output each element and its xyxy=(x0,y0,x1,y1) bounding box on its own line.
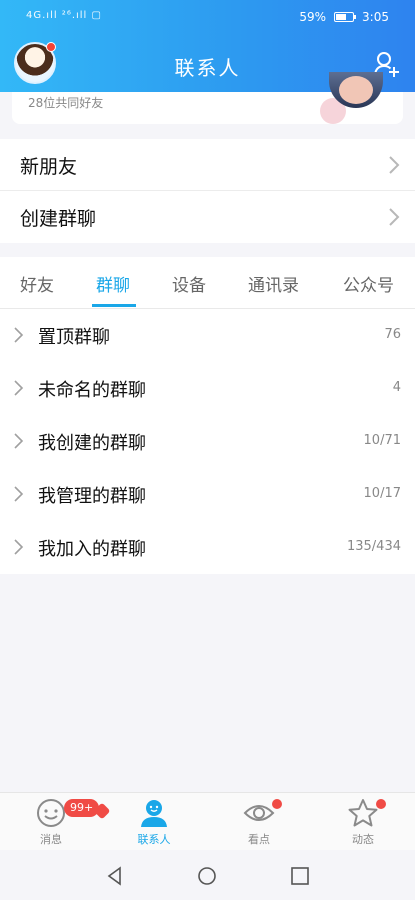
chevron-right-icon xyxy=(14,539,24,555)
create-group-label: 创建群聊 xyxy=(20,208,97,230)
list-item[interactable]: 我创建的群聊 10/71 xyxy=(0,415,415,468)
home-circle-icon[interactable] xyxy=(197,866,217,886)
chevron-right-icon xyxy=(14,486,24,502)
nav-moments[interactable]: 动态 xyxy=(318,797,408,849)
nav-watch[interactable]: 看点 xyxy=(214,797,304,849)
list-item[interactable]: 置顶群聊 76 xyxy=(0,309,415,362)
recommend-card[interactable]: 28位共同好友 xyxy=(12,72,403,124)
signal-indicators: 4G.ıll ²⁶.ıll ▢ xyxy=(26,10,102,21)
list-item[interactable]: 未命名的群聊 4 xyxy=(0,362,415,415)
mutual-friends-text: 28位共同好友 xyxy=(28,96,104,110)
new-friends-label: 新朋友 xyxy=(20,156,78,178)
moments-notification-dot xyxy=(376,799,386,809)
watch-notification-dot xyxy=(272,799,282,809)
list-item-count: 10/71 xyxy=(363,433,401,448)
status-right: 59% 3:05 xyxy=(299,10,389,24)
nav-messages-label: 消息 xyxy=(40,833,62,846)
list-item-label: 我创建的群聊 xyxy=(38,433,146,454)
tab-devices[interactable]: 设备 xyxy=(172,271,206,296)
bottom-navigation: 消息 99+ 联系人 看点 动态 xyxy=(0,792,415,850)
chevron-right-icon xyxy=(14,433,24,449)
tab-friends[interactable]: 好友 xyxy=(20,271,54,296)
contact-tabs: 好友 群聊 设备 通讯录 公众号 xyxy=(0,257,415,309)
battery-icon xyxy=(334,12,357,22)
list-item-label: 置顶群聊 xyxy=(38,327,110,348)
nav-watch-label: 看点 xyxy=(248,833,270,846)
chevron-right-icon xyxy=(389,208,400,226)
chevron-right-icon xyxy=(14,380,24,396)
active-tab-indicator xyxy=(92,304,136,307)
list-item[interactable]: 我加入的群聊 135/434 xyxy=(0,521,415,574)
avatar-notification-dot xyxy=(46,42,56,52)
new-friends-row[interactable]: 新朋友 xyxy=(0,139,415,191)
list-item-count: 10/17 xyxy=(363,486,401,501)
tab-official-accounts[interactable]: 公众号 xyxy=(343,271,394,296)
tab-address-book[interactable]: 通讯录 xyxy=(248,271,299,296)
contacts-person-icon xyxy=(141,800,167,827)
nav-contacts-label: 联系人 xyxy=(137,833,171,846)
clock: 3:05 xyxy=(362,10,389,24)
list-item-label: 我加入的群聊 xyxy=(38,539,146,560)
unread-badge: 99+ xyxy=(64,799,100,817)
message-bubble-icon xyxy=(37,799,65,827)
list-item-label: 我管理的群聊 xyxy=(38,486,146,507)
back-triangle-icon[interactable] xyxy=(105,866,125,886)
star-icon xyxy=(348,799,378,827)
nav-contacts[interactable]: 联系人 xyxy=(109,797,199,849)
nav-messages[interactable]: 消息 99+ xyxy=(6,797,111,849)
status-bar: 4G.ıll ²⁶.ıll ▢ 59% 3:05 xyxy=(0,0,415,34)
list-item-label: 未命名的群聊 xyxy=(38,380,146,401)
list-item-count: 76 xyxy=(384,327,401,342)
list-item-count: 4 xyxy=(392,380,401,395)
recents-square-icon[interactable] xyxy=(290,866,310,886)
battery-percent: 59% xyxy=(299,10,327,24)
chevron-right-icon xyxy=(389,156,400,174)
eye-icon xyxy=(243,805,275,821)
list-item-count: 135/434 xyxy=(346,539,401,554)
tab-groups[interactable]: 群聊 xyxy=(96,271,130,296)
create-group-row[interactable]: 创建群聊 xyxy=(0,191,415,243)
chevron-right-icon xyxy=(14,327,24,343)
group-list: 置顶群聊 76 未命名的群聊 4 我创建的群聊 10/71 我管理的群聊 10/… xyxy=(0,309,415,574)
nav-moments-label: 动态 xyxy=(352,833,374,846)
system-navigation-bar xyxy=(0,850,415,900)
list-item[interactable]: 我管理的群聊 10/17 xyxy=(0,468,415,521)
